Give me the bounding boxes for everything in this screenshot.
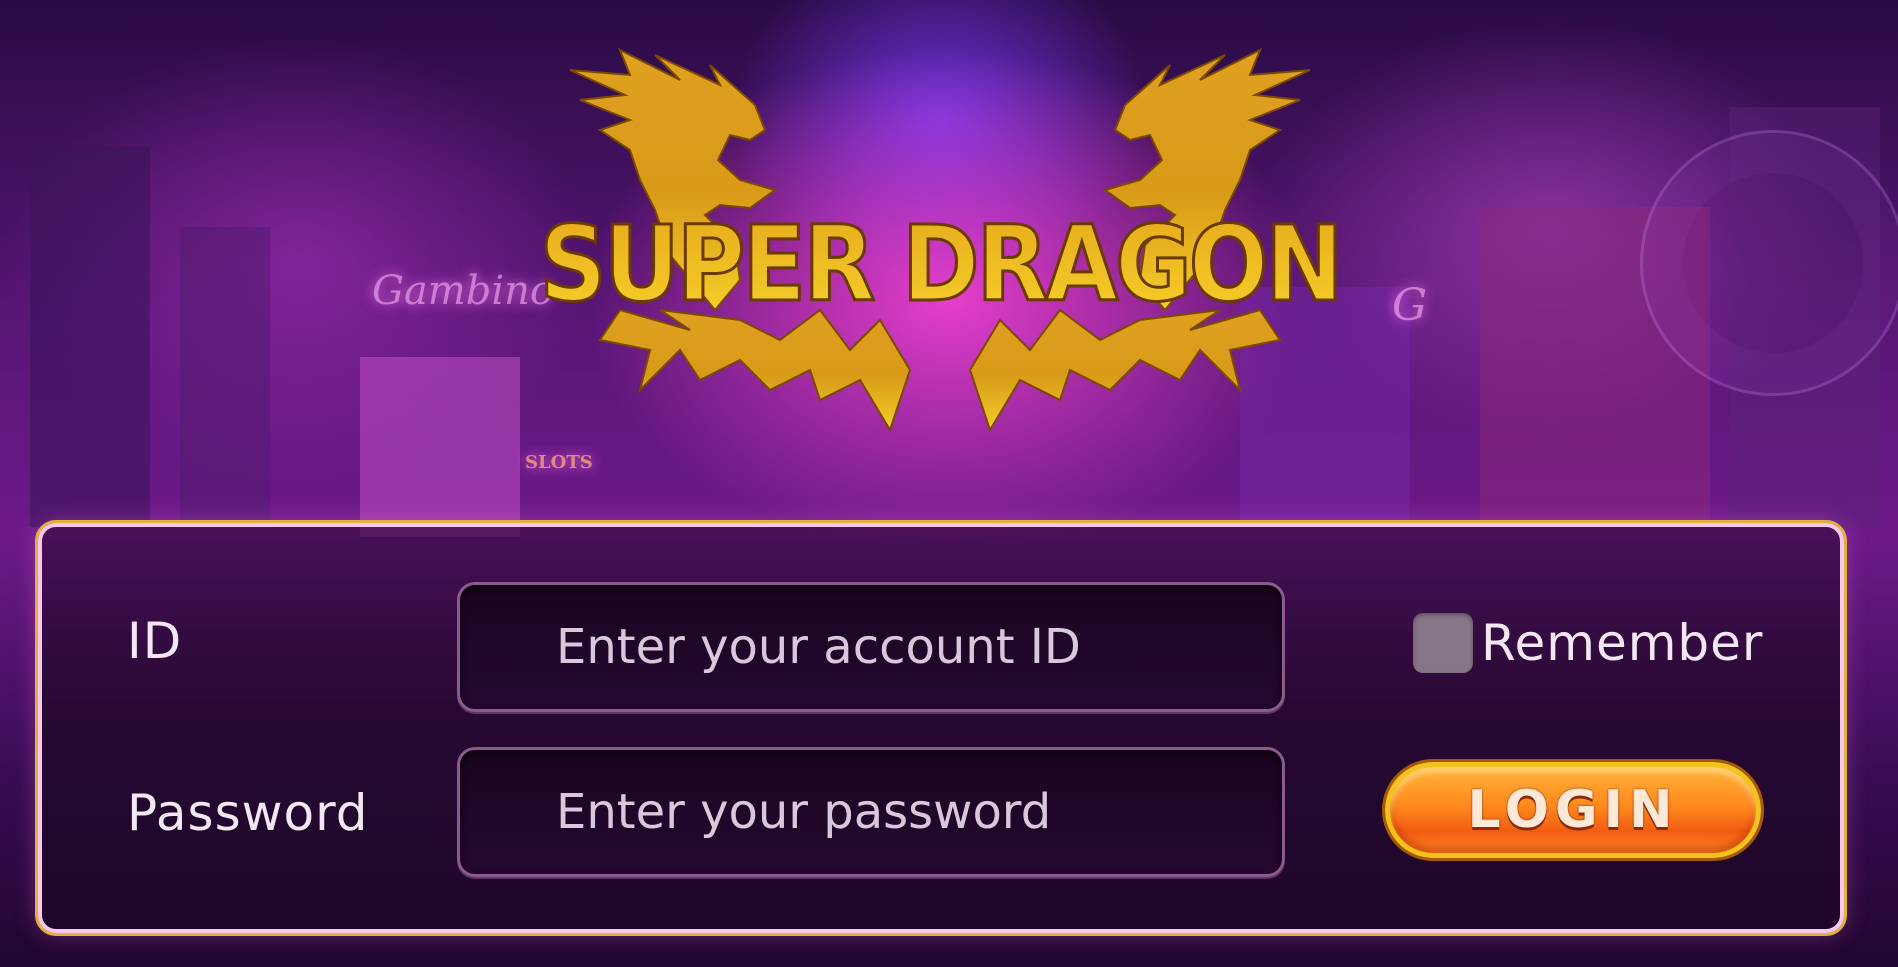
remember-checkbox[interactable]: [1413, 613, 1473, 673]
g-neon-sign: G: [1392, 280, 1428, 331]
password-input[interactable]: [460, 750, 1282, 874]
login-button[interactable]: LOGIN: [1385, 762, 1761, 858]
dragon-emblem-icon: SUPER DRAGON: [538, 47, 1345, 433]
login-screen: Gambino G SLOTS SUPER DRAGON ID Enter yo…: [0, 0, 1898, 967]
logo-title-text: SUPER DRAGON: [539, 203, 1340, 325]
account-id-input[interactable]: [460, 585, 1282, 709]
id-label: ID: [127, 612, 183, 670]
background-building: [30, 147, 150, 527]
super-dragon-logo: SUPER DRAGON: [520, 10, 1360, 510]
remember-toggle[interactable]: Remember: [1413, 613, 1764, 673]
password-label: Password: [127, 784, 369, 842]
background-building: [180, 227, 270, 527]
background-building: [360, 357, 520, 537]
password-field-container: [457, 747, 1285, 877]
remember-label: Remember: [1481, 614, 1764, 672]
id-field-container: [457, 582, 1285, 712]
ferris-wheel-decoration: [1640, 130, 1898, 396]
login-button-label: LOGIN: [1467, 780, 1679, 840]
